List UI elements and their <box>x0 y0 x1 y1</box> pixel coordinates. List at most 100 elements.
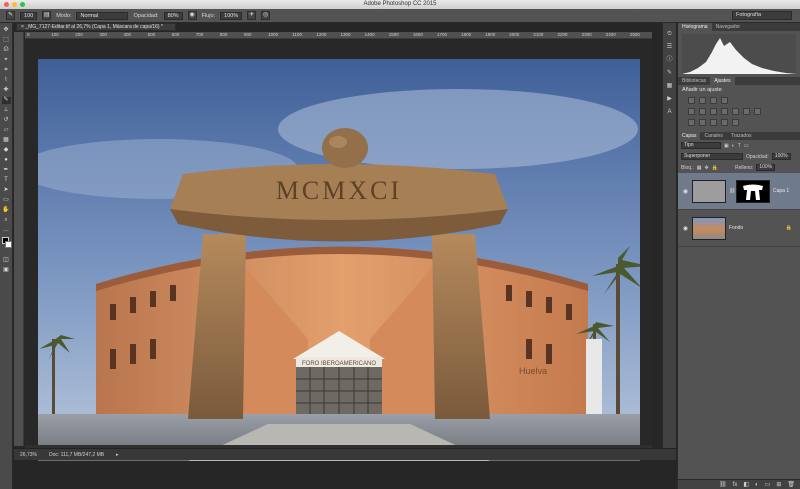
zoom-level[interactable]: 26,73% <box>20 452 37 458</box>
layer-style-icon[interactable]: fx <box>733 482 738 488</box>
character-panel-icon[interactable]: A <box>666 109 674 116</box>
document-info[interactable]: Doc: 111,7 MB/247,2 MB <box>49 452 104 458</box>
zoom-tool-icon[interactable]: ⌕ <box>2 217 11 224</box>
filter-type-icon[interactable]: T <box>738 143 741 149</box>
more-tools-icon[interactable]: … <box>2 227 11 234</box>
filter-pixel-icon[interactable]: ▣ <box>724 143 729 149</box>
pen-tool-icon[interactable]: ✒ <box>2 167 11 174</box>
add-mask-icon[interactable]: ◧ <box>743 481 749 488</box>
layer-kind-filter[interactable]: Tipo <box>681 142 721 149</box>
levels-icon[interactable] <box>699 97 706 104</box>
minimize-window-button[interactable] <box>12 2 17 7</box>
zoom-window-button[interactable] <box>20 2 25 7</box>
info-panel-icon[interactable]: ⓘ <box>666 57 674 64</box>
channel-mixer-icon[interactable] <box>743 108 750 115</box>
close-window-button[interactable] <box>4 2 9 7</box>
curves-icon[interactable] <box>710 97 717 104</box>
type-tool-icon[interactable]: T <box>2 177 11 184</box>
tab-layers[interactable]: Capas <box>678 132 701 140</box>
blur-tool-icon[interactable]: ◆ <box>2 147 11 154</box>
tab-paths[interactable]: Trazados <box>727 132 756 140</box>
healing-tool-icon[interactable]: ✚ <box>2 87 11 94</box>
filter-adjust-icon[interactable]: ◐ <box>732 143 735 149</box>
layer-row-capa-1[interactable]: ◉ ⛓ Capa 1 <box>678 173 800 210</box>
fill-field[interactable]: 100% <box>756 164 776 171</box>
new-group-icon[interactable]: ▭ <box>765 481 771 488</box>
lasso-tool-icon[interactable]: ᘏ <box>2 47 11 54</box>
photo-filter-icon[interactable] <box>732 108 739 115</box>
link-layers-icon[interactable]: ⛓ <box>719 481 727 488</box>
brightness-contrast-icon[interactable] <box>688 97 695 104</box>
rectangle-tool-icon[interactable]: ▭ <box>2 197 11 204</box>
crop-tool-icon[interactable]: ⌗ <box>2 67 11 74</box>
tab-libraries[interactable]: Bibliotecas <box>678 77 710 85</box>
hand-tool-icon[interactable]: ✋ <box>2 207 11 214</box>
filter-shape-icon[interactable]: ▭ <box>744 143 749 149</box>
brush-tool-icon[interactable]: ✎ <box>1 97 11 104</box>
visibility-eye-icon[interactable]: ◉ <box>682 225 689 232</box>
brush-presets-icon[interactable]: ✎ <box>666 70 674 77</box>
history-brush-tool-icon[interactable]: ↺ <box>2 117 11 124</box>
status-menu-arrow-icon[interactable]: ▸ <box>116 452 119 458</box>
delete-layer-icon[interactable]: 🗑 <box>787 481 795 488</box>
quick-mask-icon[interactable]: ◫ <box>2 257 11 264</box>
vertical-ruler[interactable] <box>14 32 24 446</box>
clone-stamp-tool-icon[interactable]: ⊥ <box>2 107 11 114</box>
tab-channels[interactable]: Canales <box>700 132 726 140</box>
move-tool-icon[interactable]: ✥ <box>2 27 11 34</box>
new-adjustment-icon[interactable]: ◐ <box>755 482 759 488</box>
marquee-tool-icon[interactable]: ⬚ <box>2 37 11 44</box>
invert-icon[interactable] <box>688 119 695 126</box>
pressure-opacity-icon[interactable]: ◉ <box>187 11 197 20</box>
path-select-tool-icon[interactable]: ➤ <box>2 187 11 194</box>
opacity-field[interactable]: 80% <box>163 11 183 20</box>
properties-panel-icon[interactable]: ☰ <box>666 44 674 51</box>
hue-saturation-icon[interactable] <box>699 108 706 115</box>
black-white-icon[interactable] <box>721 108 728 115</box>
quick-select-tool-icon[interactable]: ⌖ <box>2 57 11 64</box>
brush-tool-preset-icon[interactable]: ✎ <box>6 11 15 20</box>
layer-row-fondo[interactable]: ◉ Fondo 🔒 <box>678 210 800 247</box>
tab-navigator[interactable]: Navegador <box>712 23 744 31</box>
eyedropper-tool-icon[interactable]: ⌇ <box>2 77 11 84</box>
brush-size-field[interactable]: 100 <box>20 11 38 20</box>
swatches-panel-icon[interactable]: ▦ <box>666 83 674 90</box>
document-canvas-image[interactable]: FORO IBEROAMERICANO Huelva MCMXCI <box>38 59 640 461</box>
mask-link-icon[interactable]: ⛓ <box>729 188 735 194</box>
posterize-icon[interactable] <box>699 119 706 126</box>
tab-histogram[interactable]: Histograma <box>678 23 712 31</box>
exposure-icon[interactable] <box>721 97 728 104</box>
eraser-tool-icon[interactable]: ▱ <box>2 127 11 134</box>
lock-all-icon[interactable]: 🔒 <box>712 165 718 171</box>
lock-pixels-icon[interactable]: ▦ <box>697 165 702 171</box>
vibrance-icon[interactable] <box>688 108 695 115</box>
layer-mask-thumbnail[interactable] <box>736 179 770 203</box>
document-tab[interactable]: × _MG_7127-Editar.tif al 26,7% (Capa 1, … <box>16 23 176 31</box>
blend-mode-select[interactable]: Superponer <box>681 153 743 160</box>
tab-adjustments[interactable]: Ajustes <box>710 77 735 85</box>
visibility-eye-icon[interactable]: ◉ <box>682 188 689 195</box>
color-lookup-icon[interactable] <box>754 108 761 115</box>
mode-select[interactable]: Normal <box>76 11 129 20</box>
flow-field[interactable]: 100% <box>220 11 243 20</box>
lock-position-icon[interactable]: ✥ <box>705 165 709 171</box>
new-layer-icon[interactable]: ⊞ <box>776 481 781 488</box>
horizontal-ruler[interactable]: 0 100 200 300 400 500 600 700 800 900 1000 1100 1200… <box>25 32 652 39</box>
layer-opacity-field[interactable]: 100% <box>771 153 791 160</box>
layer-name[interactable]: Capa 1 <box>773 188 789 194</box>
threshold-icon[interactable] <box>710 119 717 126</box>
color-balance-icon[interactable] <box>710 108 717 115</box>
airbrush-icon[interactable]: ✈ <box>247 11 257 20</box>
gradient-tool-icon[interactable]: ▦ <box>2 137 11 144</box>
dodge-tool-icon[interactable]: ● <box>2 157 11 164</box>
selective-color-icon[interactable] <box>732 119 739 126</box>
gradient-map-icon[interactable] <box>721 119 728 126</box>
pressure-size-icon[interactable]: ◎ <box>261 11 271 20</box>
history-panel-icon[interactable]: ⏲ <box>666 31 674 38</box>
workspace-select[interactable]: Fotografía <box>732 11 792 20</box>
screen-mode-icon[interactable]: ▣ <box>2 267 11 274</box>
brush-panel-toggle-icon[interactable]: ▤ <box>42 11 52 20</box>
layer-name[interactable]: Fondo <box>729 225 743 231</box>
background-color-swatch[interactable] <box>4 241 12 248</box>
actions-panel-icon[interactable]: ▶ <box>666 96 674 103</box>
